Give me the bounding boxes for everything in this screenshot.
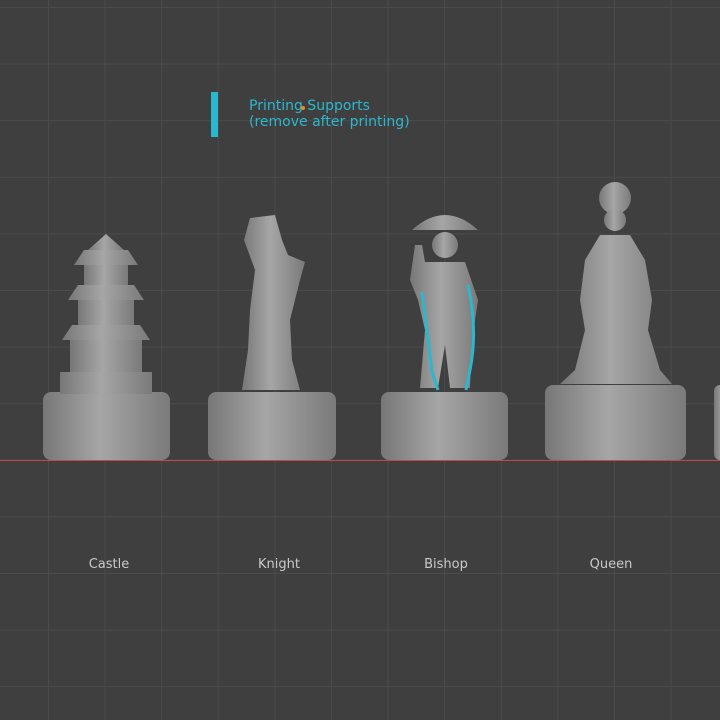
bishop-model[interactable] xyxy=(381,215,508,460)
label-castle: Castle xyxy=(88,557,130,572)
support-annotation: Printing Supports (remove after printing… xyxy=(249,98,410,130)
annotation-line2: (remove after printing) xyxy=(249,114,410,130)
partial-model[interactable] xyxy=(714,385,720,460)
origin-point-icon[interactable] xyxy=(301,106,305,110)
castle-model[interactable] xyxy=(43,234,170,460)
annotation-marker xyxy=(211,92,218,137)
queen-model[interactable] xyxy=(545,182,686,460)
label-knight: Knight xyxy=(258,557,300,572)
annotation-line1: Printing Supports xyxy=(249,98,370,114)
knight-model[interactable] xyxy=(208,215,336,460)
label-bishop: Bishop xyxy=(424,557,468,572)
label-queen: Queen xyxy=(589,557,633,572)
